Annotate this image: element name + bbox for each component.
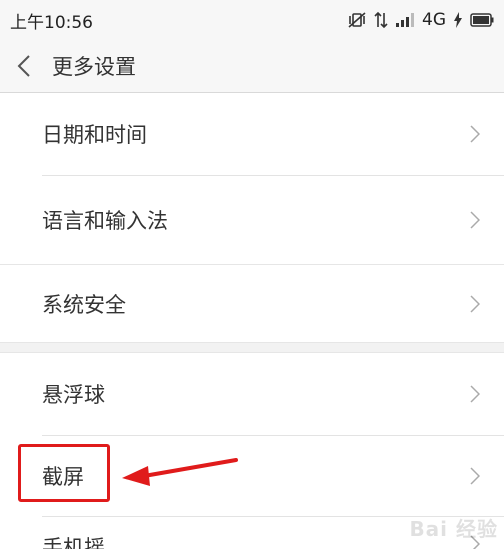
- setting-language-input[interactable]: 语言和输入法: [0, 175, 504, 264]
- setting-floating-ball[interactable]: 悬浮球: [0, 353, 504, 435]
- chevron-right-icon: [470, 125, 480, 143]
- status-time: 上午10:56: [10, 12, 93, 33]
- red-arrow-annotation: [122, 458, 238, 486]
- status-bar: 上午10:56 4G: [0, 0, 504, 40]
- watermark: Bai 经验: [409, 517, 498, 541]
- network-type: 4G: [422, 10, 446, 30]
- signal-icon: [395, 12, 415, 28]
- setting-label: 日期和时间: [42, 123, 147, 147]
- data-transfer-icon: [374, 11, 388, 29]
- settings-group-2: 系统安全: [0, 264, 504, 343]
- charging-icon: [453, 12, 463, 28]
- setting-label: 系统安全: [42, 292, 126, 317]
- settings-group-1: 日期和时间 语言和输入法: [0, 93, 504, 264]
- back-button[interactable]: [0, 40, 56, 93]
- header-bar: 更多设置: [0, 40, 504, 93]
- chevron-right-icon: [470, 210, 480, 229]
- vibrate-off-icon: [347, 11, 367, 29]
- page-title: 更多设置: [52, 55, 136, 79]
- setting-system-security[interactable]: 系统安全: [0, 265, 504, 342]
- battery-icon: [470, 13, 494, 27]
- chevron-left-icon: [17, 55, 30, 77]
- setting-date-time[interactable]: 日期和时间: [0, 93, 504, 175]
- chevron-right-icon: [470, 466, 480, 485]
- chevron-right-icon: [470, 294, 480, 313]
- chevron-right-icon: [470, 385, 480, 403]
- setting-label: 悬浮球: [42, 383, 105, 407]
- highlight-box: [18, 444, 110, 502]
- setting-label: 手机摇: [42, 536, 105, 549]
- setting-label: 语言和输入法: [42, 208, 168, 233]
- status-icons: 4G: [347, 10, 494, 30]
